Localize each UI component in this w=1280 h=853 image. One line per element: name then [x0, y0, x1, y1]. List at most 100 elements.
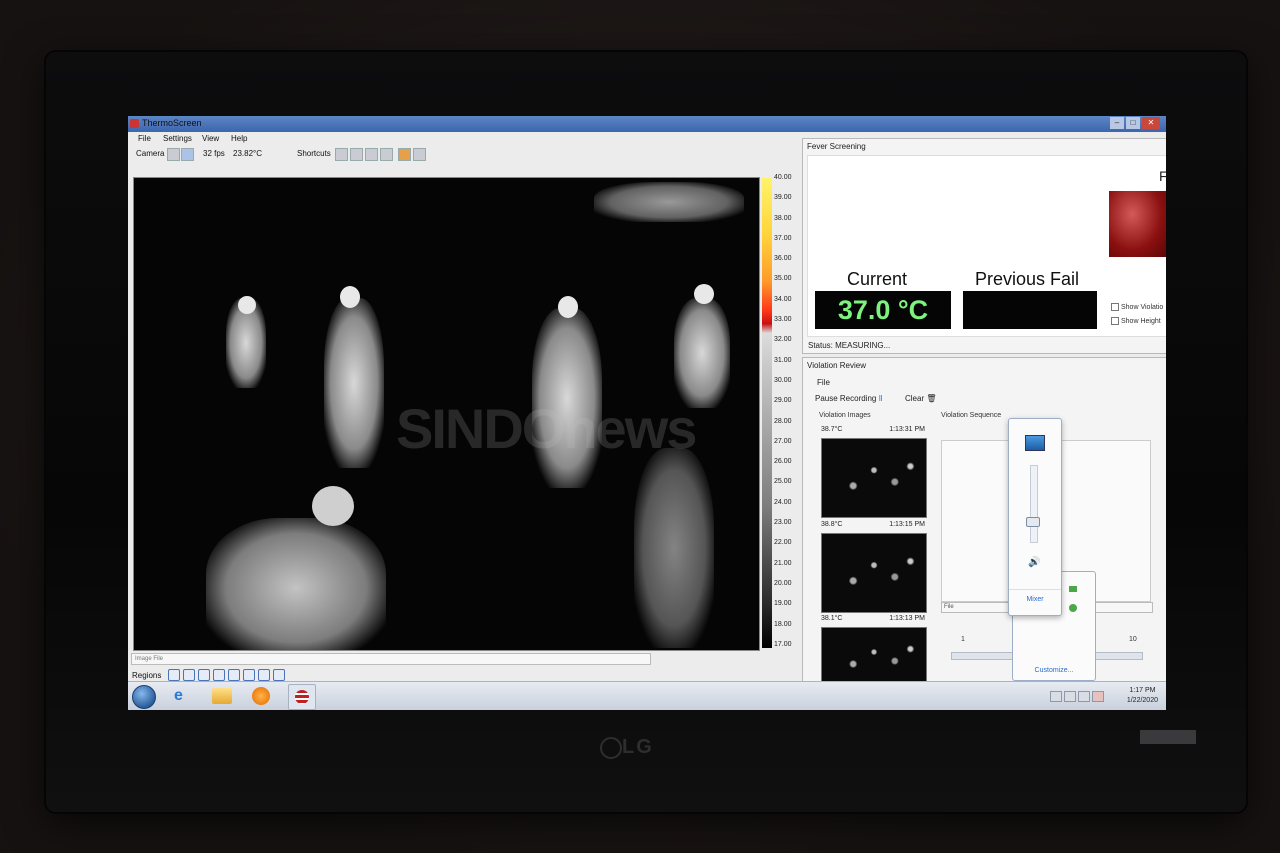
media-player-icon[interactable] [252, 687, 270, 705]
scale-tick-label: 20.00 [774, 579, 792, 587]
thermal-head [558, 296, 578, 318]
tray-button[interactable] [1050, 691, 1062, 702]
thermal-person [324, 298, 384, 468]
scale-tick-label: 39.00 [774, 194, 792, 202]
ambient-temp-readout: 23.82°C [233, 149, 262, 158]
open-icon[interactable] [335, 148, 348, 161]
pointer-tool-icon[interactable] [168, 669, 180, 681]
thermal-camera-view[interactable]: SINDOnews [133, 177, 760, 651]
system-clock[interactable]: 1:17 PM 1/22/2020 [1127, 686, 1158, 706]
tray-button[interactable] [1064, 691, 1076, 702]
spot-tool-icon[interactable] [183, 669, 195, 681]
violation-thumbnail[interactable] [821, 438, 927, 518]
monitor-badge [1140, 730, 1196, 744]
violation-file-menu[interactable]: File [817, 378, 830, 387]
camera-settings-icon[interactable] [181, 148, 194, 161]
flag-icon[interactable] [1078, 691, 1090, 702]
line-tool-icon[interactable] [258, 669, 270, 681]
alarm-indicator [1109, 191, 1166, 257]
menu-help[interactable]: Help [231, 134, 247, 143]
minimize-button[interactable]: – [1110, 117, 1124, 129]
pause-recording-button[interactable]: Pause Recording ‖ [815, 394, 883, 403]
layout-icon[interactable] [413, 148, 426, 161]
scale-tick-label: 18.00 [774, 620, 792, 628]
clock-time: 1:17 PM [1129, 687, 1156, 694]
save-icon[interactable] [350, 148, 363, 161]
record-icon[interactable] [380, 148, 393, 161]
image-file-field[interactable]: Image File [131, 653, 651, 665]
status-text: Status: MEASURING... [808, 341, 891, 350]
fever-panel-title: Fever Screening [807, 142, 866, 151]
menu-file[interactable]: File [138, 134, 151, 143]
pencil-tool-icon[interactable] [213, 669, 225, 681]
current-label: Current [847, 269, 908, 289]
polygon-tool-icon[interactable] [243, 669, 255, 681]
thermoscreen-taskbar-button[interactable] [288, 684, 316, 710]
speaker-device-icon[interactable] [1025, 435, 1045, 451]
scale-tick-label: 33.00 [774, 316, 792, 324]
scale-tick-label: 25.00 [774, 478, 792, 486]
thumb-meta: 38.7°C 1:13:31 PM [821, 426, 925, 433]
file-explorer-icon[interactable] [212, 688, 232, 704]
violation-sequence-label: Violation Sequence [941, 412, 1002, 419]
violation-images-label: Violation Images [819, 412, 871, 419]
fever-letter: F [1159, 168, 1166, 184]
volume-slider-knob[interactable] [1026, 517, 1040, 527]
pause-icon: ‖ [878, 394, 883, 403]
window-controls: – □ ✕ [1110, 117, 1160, 129]
scale-tick-label: 23.00 [774, 519, 792, 527]
trash-icon: 🗑 [926, 394, 937, 403]
update-icon[interactable] [1069, 604, 1077, 612]
show-violation-checkbox[interactable]: Show Violatio [1111, 303, 1163, 311]
triangle-tool-icon[interactable] [273, 669, 285, 681]
camera-label: Camera [136, 149, 165, 158]
violation-review-panel: Violation Review File Pause Recording ‖ … [802, 357, 1166, 689]
thermal-crowd [594, 182, 744, 222]
start-button[interactable] [132, 685, 156, 709]
clear-button[interactable]: Clear 🗑 [905, 394, 937, 403]
scale-tick-label: 27.00 [774, 437, 792, 445]
watermark: SINDOnews [396, 397, 697, 460]
thumb-meta: 38.8°C 1:13:15 PM [821, 521, 925, 528]
scale-tick-label: 34.00 [774, 295, 792, 303]
scale-tick-label: 24.00 [774, 498, 792, 506]
thermal-person [634, 448, 714, 648]
lg-logo-icon [600, 737, 622, 759]
mixer-link[interactable]: Mixer [1009, 589, 1061, 603]
fever-screening-panel: Fever Screening F Current Previous Fail … [802, 138, 1166, 354]
previous-fail-display [963, 291, 1097, 329]
network-status-icon[interactable] [1092, 691, 1104, 702]
snapshot-icon[interactable] [365, 148, 378, 161]
rectangle-tool-icon[interactable] [198, 669, 210, 681]
maximize-button[interactable]: □ [1126, 117, 1140, 129]
title-bar: ThermoScreen – □ ✕ [128, 116, 1166, 132]
speaker-icon[interactable]: 🔊 [1028, 557, 1040, 568]
scale-tick-label: 22.00 [774, 539, 792, 547]
scale-tick-label: 30.00 [774, 376, 792, 384]
show-height-checkbox[interactable]: Show Height [1111, 317, 1161, 325]
internet-explorer-icon[interactable]: e [174, 687, 192, 705]
customize-link[interactable]: Customize... [1013, 667, 1095, 674]
scale-tick-label: 36.00 [774, 255, 792, 263]
current-temperature: 37.0 °C [815, 291, 951, 329]
scale-tick-label: 28.00 [774, 417, 792, 425]
network-icon[interactable] [1069, 586, 1077, 592]
slider-max-label: 10 [1129, 636, 1137, 643]
camera-connect-icon[interactable] [167, 148, 180, 161]
ellipse-tool-icon[interactable] [228, 669, 240, 681]
checkbox-icon [1111, 303, 1119, 311]
menu-view[interactable]: View [202, 134, 219, 143]
export-icon[interactable] [398, 148, 411, 161]
menu-settings[interactable]: Settings [163, 134, 192, 143]
violation-thumbnail[interactable] [821, 533, 927, 613]
volume-slider[interactable] [1030, 465, 1038, 543]
scale-tick-label: 21.00 [774, 559, 792, 567]
app-icon [130, 119, 139, 128]
scale-tick-label: 31.00 [774, 356, 792, 364]
screen: ThermoScreen – □ ✕ File Settings View He… [128, 116, 1166, 710]
violation-thumbnail[interactable] [821, 627, 927, 689]
close-button[interactable]: ✕ [1142, 117, 1160, 129]
scale-tick-label: 37.00 [774, 234, 792, 242]
scale-tick-label: 29.00 [774, 397, 792, 405]
scale-tick-label: 32.00 [774, 336, 792, 344]
